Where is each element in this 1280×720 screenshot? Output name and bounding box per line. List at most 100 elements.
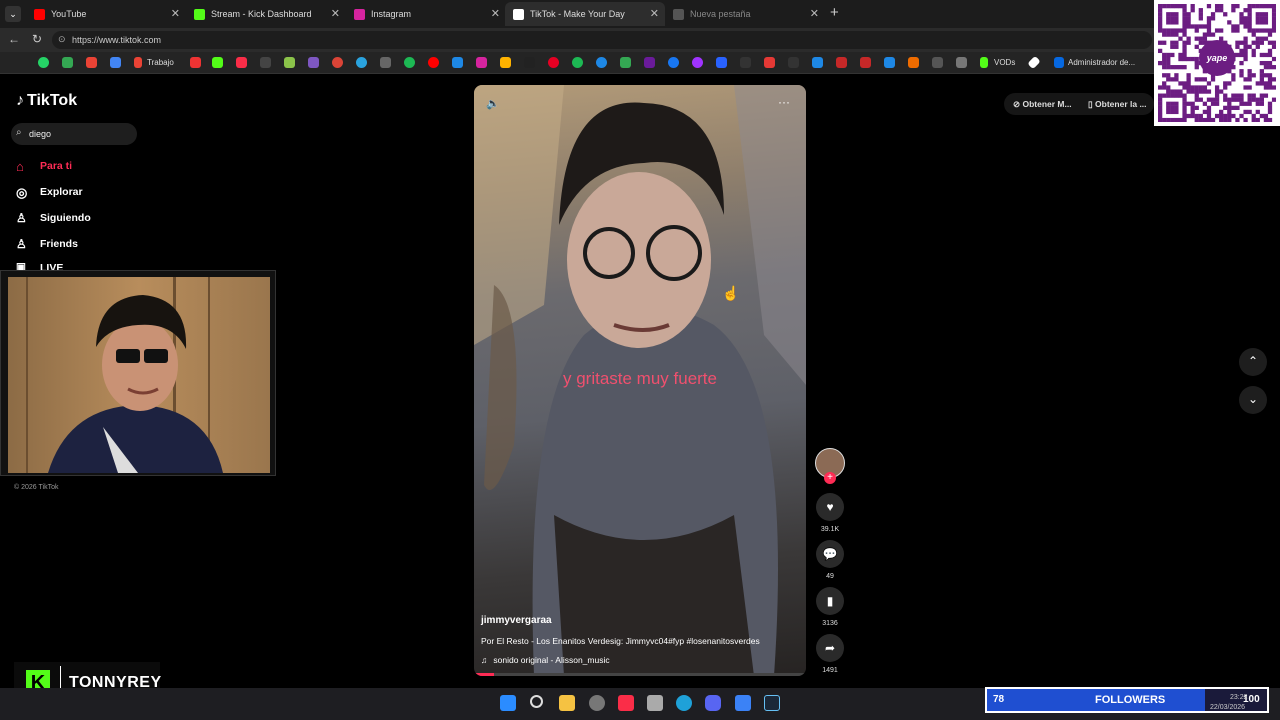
app-icon[interactable] [589,695,605,711]
bookmark-facebook-icon[interactable] [668,57,679,68]
previous-video-button[interactable]: ⌃ [1239,348,1267,376]
tab-youtube[interactable]: YouTube ✕ [26,2,186,26]
bookmark-icon[interactable] [740,57,751,68]
bookmark-chrome-icon[interactable] [332,57,343,68]
app-icon[interactable] [647,695,663,711]
bookmark-icon[interactable] [764,57,775,68]
discord-icon[interactable] [705,695,721,711]
qr-module [1186,20,1191,25]
close-icon[interactable]: ✕ [331,7,340,20]
bookmark-gmail-icon[interactable] [134,57,142,68]
bookmark-trabajo[interactable]: Trabajo [147,58,174,67]
edge-browser-icon[interactable] [676,695,692,711]
bookmark-drive-icon[interactable] [62,57,73,68]
bookmark-icon[interactable] [190,57,201,68]
bookmark-vods[interactable]: VODs [994,58,1015,67]
search-icon[interactable] [530,695,543,708]
bookmark-x-icon[interactable] [524,57,535,68]
bookmark-icon[interactable] [596,57,607,68]
music-app-icon[interactable] [618,695,634,711]
save-button[interactable]: ▮ [816,587,844,615]
clock-time: 23:22 [1230,694,1248,701]
bookmark-icon[interactable] [380,57,391,68]
tab-instagram[interactable]: Instagram ✕ [346,2,506,26]
more-options-icon[interactable]: ··· [778,95,790,109]
get-desktop-button[interactable]: ▯ Obtener la ... [1088,99,1147,110]
close-icon[interactable]: ✕ [491,7,500,20]
file-explorer-icon[interactable] [559,695,575,711]
qr-module [1166,28,1171,33]
share-button[interactable]: ➦ [816,634,844,662]
bookmark-icon[interactable] [860,57,871,68]
qr-module [1267,60,1273,66]
bookmark-icon[interactable] [812,57,823,68]
browser-tab-bar: ⌄ YouTube ✕ Stream - Kick Dashboard ✕ In… [0,0,1280,28]
bookmark-pinterest-icon[interactable] [548,57,559,68]
nav-friends[interactable]: ♙ Friends [16,237,78,251]
back-icon[interactable]: ← [8,32,20,46]
get-app-button[interactable]: ⊘ Obtener M... [1013,99,1072,110]
qr-module [1210,97,1216,102]
nav-para-ti[interactable]: ⌂ Para ti [16,159,72,174]
video-sound[interactable]: ♫ sonido original - Alisson_music [481,655,610,665]
bookmark-icon[interactable] [884,57,895,68]
bookmark-telegram-icon[interactable] [356,57,367,68]
qr-module [1206,4,1212,9]
bookmark-icon[interactable] [500,57,511,68]
bookmark-gmail-icon[interactable] [86,57,97,68]
mute-icon[interactable]: 🔈 [486,97,500,110]
close-icon[interactable]: ✕ [171,7,180,20]
bookmark-instagram-icon[interactable] [476,57,487,68]
close-icon[interactable]: ✕ [810,7,819,20]
windows-start-icon[interactable] [500,695,516,711]
url-input[interactable]: ⊙ https://www.tiktok.com [52,31,1152,49]
search-input[interactable]: ⌕ diego [11,123,137,145]
video-username[interactable]: jimmyvergaraa [481,615,552,626]
bookmark-youtube-icon[interactable] [428,57,439,68]
bookmark-vods-icon[interactable] [980,57,988,68]
video-player[interactable]: 🔈 ··· y gritaste muy fuerte jimmyvergara… [474,85,806,676]
bookmark-appletv-icon[interactable] [260,57,271,68]
qr-module [1247,69,1252,74]
bookmark-meta-icon[interactable] [1054,57,1064,68]
bookmark-maps-icon[interactable] [620,57,631,68]
bookmark-whatsapp-icon[interactable] [38,57,49,68]
bookmark-spotify-icon[interactable] [572,57,583,68]
bookmark-icon[interactable] [308,57,319,68]
bookmark-icon[interactable] [932,57,943,68]
reload-icon[interactable]: ↻ [32,32,42,46]
new-tab-button[interactable]: + [830,4,839,21]
bookmark-icon[interactable] [788,57,799,68]
tab-menu-button[interactable]: ⌄ [5,6,21,22]
bookmark-spotify-icon[interactable] [404,57,415,68]
app-icon[interactable] [735,695,751,711]
comment-button[interactable]: 💬 [816,540,844,568]
tab-kick[interactable]: Stream - Kick Dashboard ✕ [186,2,346,26]
bookmark-icon[interactable] [284,57,295,68]
close-icon[interactable]: ✕ [650,7,659,20]
like-button[interactable]: ♥ [816,493,844,521]
tab-tiktok[interactable]: TikTok - Make Your Day ✕ [505,2,665,26]
nav-explorar[interactable]: ◎ Explorar [16,185,83,200]
site-info-icon[interactable]: ⊙ [58,34,66,45]
video-progress-bar[interactable] [474,673,806,676]
nav-siguiendo[interactable]: ♙ Siguiendo [16,211,91,225]
qr-module [1190,109,1195,115]
bookmark-messenger-icon[interactable] [692,57,703,68]
bookmark-kick-icon[interactable] [212,57,223,68]
bookmark-calendar-icon[interactable] [110,57,121,68]
bookmark-icon[interactable] [836,57,847,68]
next-video-button[interactable]: ⌄ [1239,386,1267,414]
qr-module [1186,89,1191,94]
tab-new[interactable]: Nueva pestaña ✕ [665,2,825,26]
bookmark-icon[interactable] [452,57,463,68]
tiktok-logo[interactable]: ♪ TikTok [16,92,77,110]
bookmark-icon[interactable] [716,57,727,68]
bookmark-music-icon[interactable] [236,57,247,68]
bookmark-icon[interactable] [908,57,919,68]
bookmark-icon[interactable] [644,57,655,68]
follow-button[interactable]: + [824,472,836,484]
bookmark-icon[interactable] [956,57,967,68]
steam-icon[interactable] [764,695,780,711]
bookmark-admin[interactable]: Administrador de... [1068,58,1135,67]
